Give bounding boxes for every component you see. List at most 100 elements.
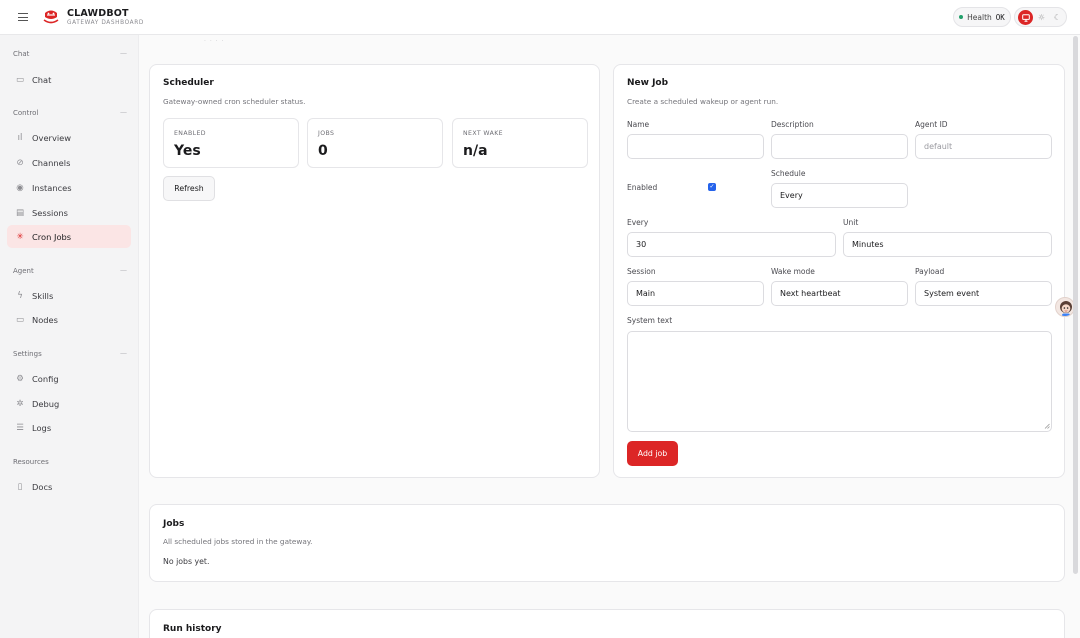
new-job-title: New Job <box>627 78 669 88</box>
health-status-dot <box>959 15 964 19</box>
name-label: Name <box>627 120 650 129</box>
stat-next-wake: NEXT WAKE n/a <box>452 118 588 168</box>
enabled-checkbox[interactable]: ✓ <box>708 183 716 191</box>
sidebar-group-agent[interactable]: Agent <box>13 267 34 275</box>
sun-icon[interactable]: ☼ <box>1034 10 1049 25</box>
file-icon: ▤ <box>15 207 25 218</box>
enabled-label: Enabled <box>627 183 658 192</box>
sidebar-item-chat[interactable]: ▭ Chat <box>7 68 131 91</box>
health-badge: Health OK <box>953 7 1011 27</box>
payload-label: Payload <box>915 267 945 276</box>
sidebar-group-settings[interactable]: Settings <box>13 350 42 358</box>
app-subtitle: GATEWAY DASHBOARD <box>67 20 144 26</box>
stat-jobs: JOBS 0 <box>307 118 443 168</box>
refresh-button[interactable]: Refresh <box>163 176 215 201</box>
jobs-subtitle: All scheduled jobs stored in the gateway… <box>163 537 313 546</box>
session-select[interactable]: Main <box>627 281 764 306</box>
description-input[interactable] <box>771 134 908 159</box>
sidebar-item-label: Overview <box>32 132 72 143</box>
stat-label: NEXT WAKE <box>463 130 503 137</box>
sidebar-item-label: Skills <box>32 290 54 301</box>
scrollbar[interactable] <box>1073 36 1078 574</box>
wake-mode-select[interactable]: Next heartbeat <box>771 281 908 306</box>
agent-id-label: Agent ID <box>915 120 948 129</box>
sidebar-item-overview[interactable]: ıl Overview <box>7 126 131 149</box>
scheduler-card: Scheduler Gateway-owned cron scheduler s… <box>149 64 600 478</box>
zap-icon: ϟ <box>17 290 23 301</box>
collapse-icon[interactable]: — <box>120 266 127 274</box>
sidebar-item-label: Logs <box>32 422 52 433</box>
system-text-textarea[interactable] <box>627 331 1052 432</box>
sidebar-item-label: Debug <box>32 398 60 409</box>
monitor-icon[interactable] <box>1018 10 1033 25</box>
sidebar-item-label: Chat <box>32 74 52 85</box>
wake-mode-label: Wake mode <box>771 267 815 276</box>
jobs-empty-text: No jobs yet. <box>163 557 210 566</box>
main-content: · · · · Scheduler Gateway-owned cron sch… <box>139 35 1080 638</box>
radio-icon: ◉ <box>16 182 24 193</box>
bug-icon: ✲ <box>16 398 24 409</box>
stat-value: 0 <box>318 143 328 159</box>
bar-chart-icon: ıl <box>17 132 23 143</box>
book-icon: ▯ <box>17 481 23 492</box>
scroll-icon: ☰ <box>16 422 24 433</box>
health-value: OK <box>995 12 1005 22</box>
top-bar: CLAWDBOT GATEWAY DASHBOARD Health OK ☼ ☾ <box>0 0 1080 35</box>
sidebar-item-cron-jobs[interactable]: ✳ Cron Jobs <box>7 225 131 248</box>
sidebar-item-label: Instances <box>32 182 72 193</box>
scheduler-title: Scheduler <box>163 78 214 88</box>
sidebar-item-docs[interactable]: ▯ Docs <box>7 475 131 498</box>
app-title: CLAWDBOT <box>67 8 129 19</box>
sidebar-group-chat[interactable]: Chat <box>13 50 29 58</box>
schedule-select[interactable]: Every <box>771 183 908 208</box>
sidebar-item-label: Channels <box>32 157 71 168</box>
system-text-label: System text <box>627 316 673 325</box>
sidebar-item-channels[interactable]: ⊘ Channels <box>7 151 131 174</box>
theme-toggle: ☼ ☾ <box>1014 7 1067 27</box>
monitor-icon: ▭ <box>15 314 25 325</box>
run-history-card: Run history <box>149 609 1065 638</box>
scrolled-content-fragment: · · · · <box>204 38 225 45</box>
run-history-title: Run history <box>163 624 222 634</box>
sidebar-group-resources: Resources <box>13 458 49 466</box>
sidebar-item-nodes[interactable]: ▭ Nodes <box>7 308 131 331</box>
stat-value: n/a <box>463 143 488 159</box>
sidebar-item-label: Config <box>32 373 59 384</box>
link-icon: ⊘ <box>16 157 24 168</box>
sidebar-item-skills[interactable]: ϟ Skills <box>7 284 131 307</box>
collapse-icon[interactable]: — <box>120 49 127 57</box>
add-job-button[interactable]: Add job <box>627 441 678 466</box>
every-label: Every <box>627 218 649 227</box>
sidebar-item-debug[interactable]: ✲ Debug <box>7 392 131 415</box>
collapse-icon[interactable]: — <box>120 108 127 116</box>
stat-value: Yes <box>174 143 201 159</box>
new-job-card: New Job Create a scheduled wakeup or age… <box>613 64 1065 478</box>
lobster-logo-icon <box>43 10 59 24</box>
sidebar-item-instances[interactable]: ◉ Instances <box>7 176 131 199</box>
collapse-icon[interactable]: — <box>120 349 127 357</box>
menu-icon[interactable] <box>18 13 28 21</box>
sidebar: Chat — ▭ Chat Control — ıl Overview ⊘ Ch… <box>0 35 139 638</box>
resize-handle-icon[interactable] <box>1044 423 1050 429</box>
sidebar-item-label: Cron Jobs <box>32 231 72 242</box>
unit-label: Unit <box>843 218 859 227</box>
loader-icon: ✳ <box>16 231 24 242</box>
new-job-subtitle: Create a scheduled wakeup or agent run. <box>627 97 779 106</box>
chat-icon: ▭ <box>15 74 25 85</box>
sidebar-item-logs[interactable]: ☰ Logs <box>7 416 131 439</box>
schedule-label: Schedule <box>771 169 806 178</box>
agent-id-input[interactable]: default <box>915 134 1052 159</box>
unit-select[interactable]: Minutes <box>843 232 1052 257</box>
health-label: Health <box>967 12 992 22</box>
name-input[interactable] <box>627 134 764 159</box>
moon-icon[interactable]: ☾ <box>1050 10 1065 25</box>
assistant-avatar[interactable] <box>1055 297 1075 317</box>
stat-enabled: ENABLED Yes <box>163 118 299 168</box>
sidebar-group-control[interactable]: Control <box>13 109 38 117</box>
every-input[interactable]: 30 <box>627 232 836 257</box>
jobs-title: Jobs <box>163 519 185 529</box>
sidebar-item-sessions[interactable]: ▤ Sessions <box>7 201 131 224</box>
payload-select[interactable]: System event <box>915 281 1052 306</box>
sidebar-item-label: Docs <box>32 481 53 492</box>
sidebar-item-config[interactable]: ⚙ Config <box>7 367 131 390</box>
